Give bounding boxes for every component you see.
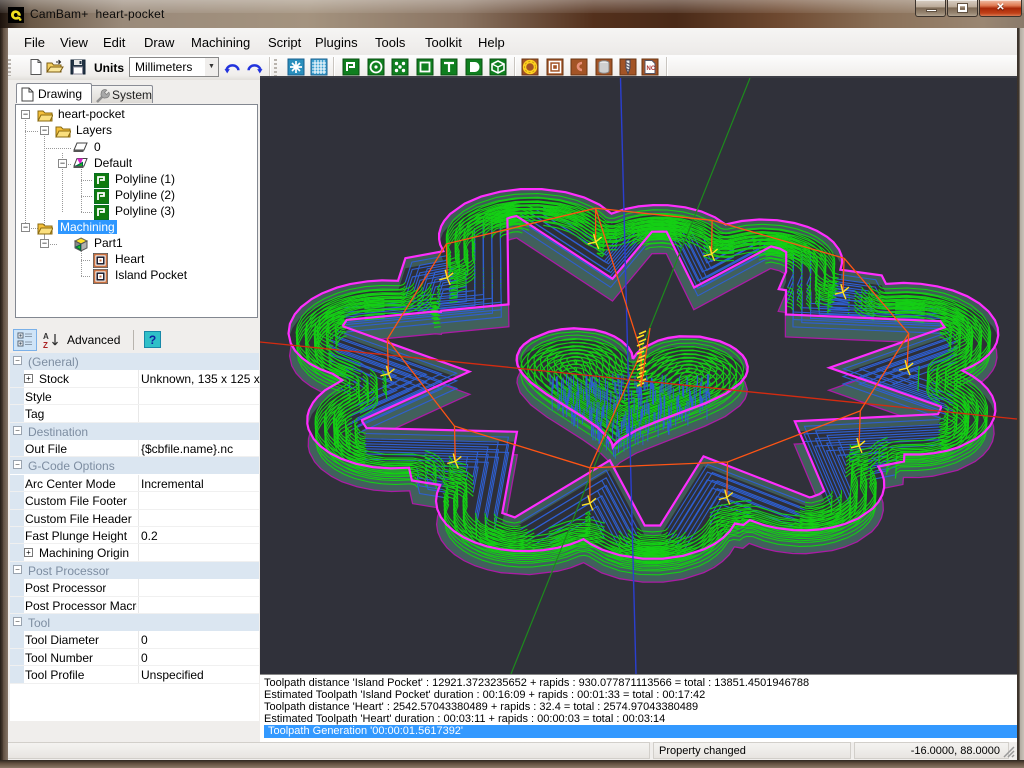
svg-text:A: A: [43, 332, 49, 341]
svg-text:NC: NC: [647, 66, 656, 72]
svg-text:Z: Z: [43, 341, 48, 349]
